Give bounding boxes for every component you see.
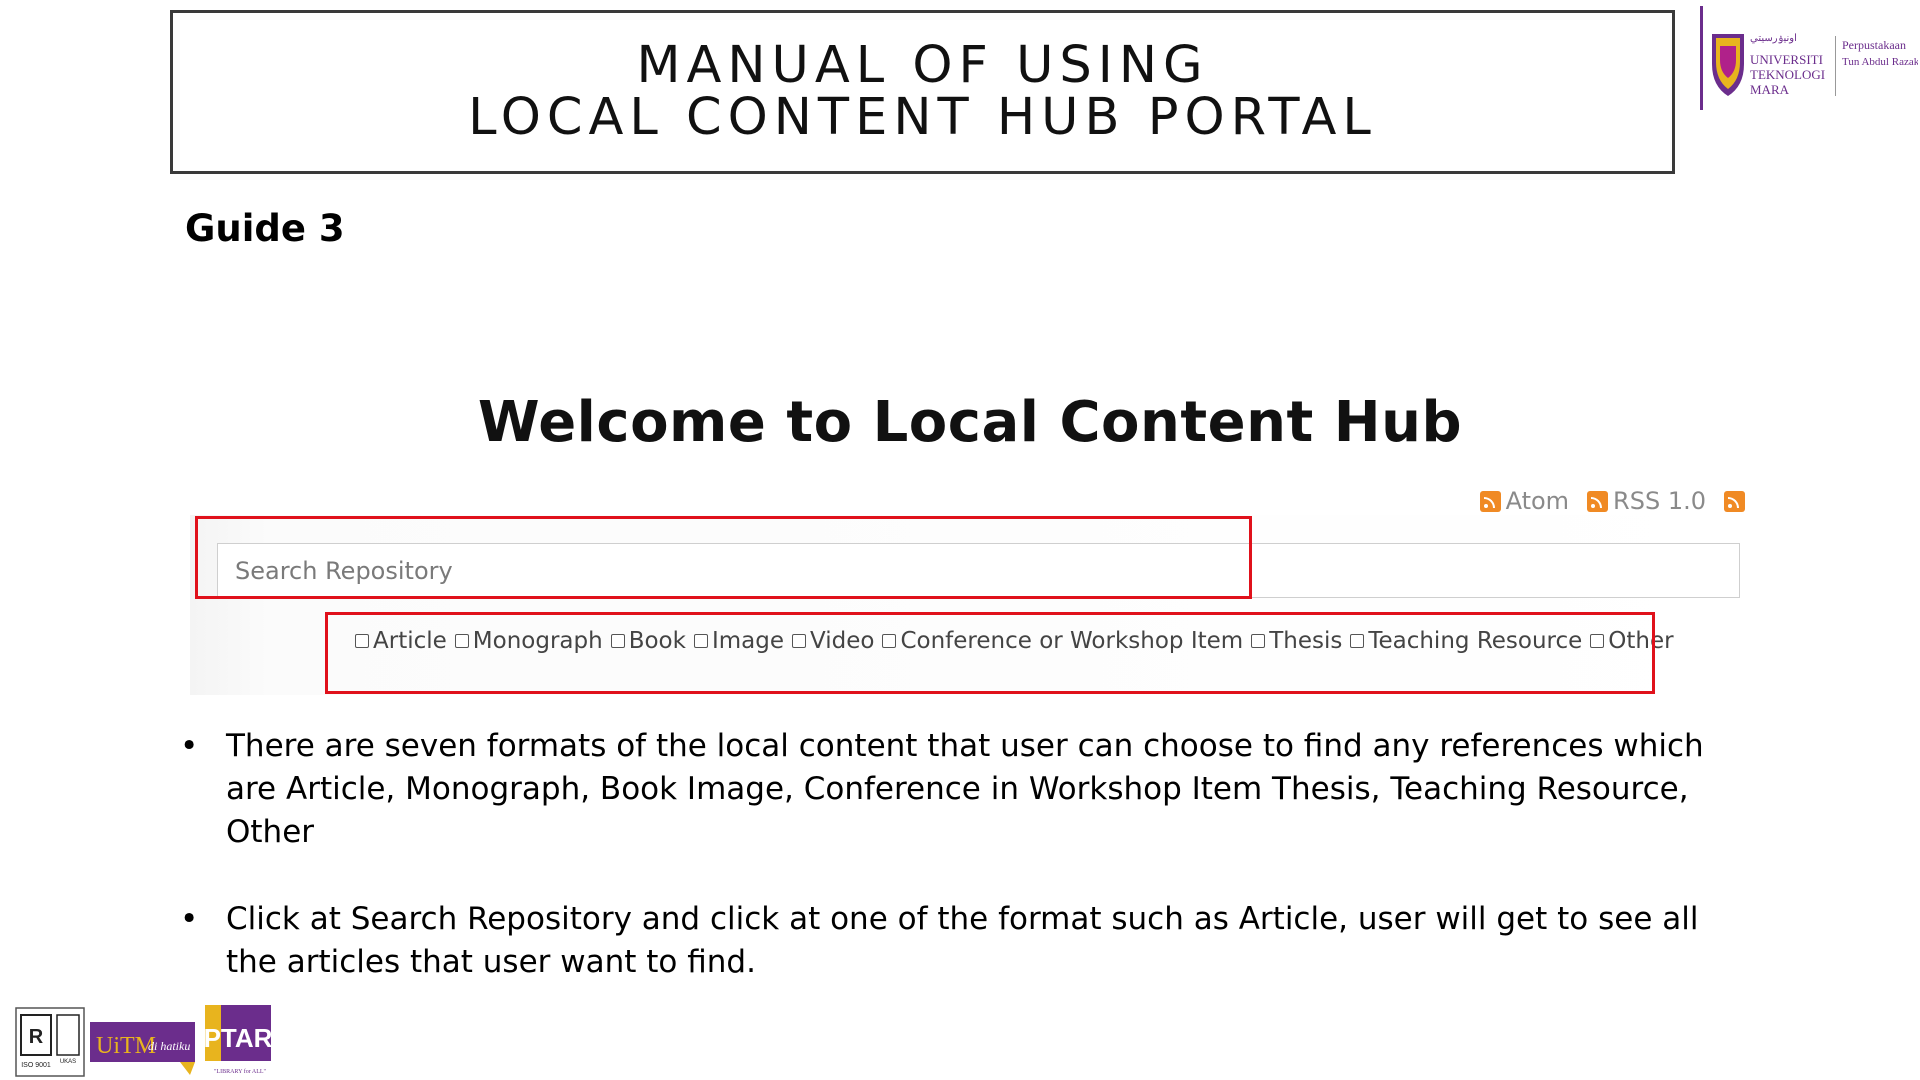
logo-library-line-2: Tun Abdul Razak (1842, 56, 1918, 68)
svg-text:R: R (29, 1026, 44, 1048)
rss1-feed-link[interactable]: RSS 1.0 (1587, 487, 1706, 515)
instruction-item: Click at Search Repository and click at … (180, 898, 1740, 984)
slide-title-box: MANUAL OF USING LOCAL CONTENT HUB PORTAL (170, 10, 1675, 174)
logo-university-line-1: UNIVERSITI (1750, 52, 1823, 67)
uitm-footer-text: UiTM (96, 1033, 156, 1059)
atom-feed-label: Atom (1505, 487, 1570, 515)
atom-feed-icon (1479, 490, 1501, 512)
instruction-list: There are seven formats of the local con… (180, 725, 1740, 1028)
ptar-text: PTAR (205, 1023, 273, 1053)
feed-links: Atom RSS 1.0 (1479, 487, 1745, 515)
guide-label: Guide 3 (185, 207, 345, 250)
rss2-feed-icon (1724, 490, 1745, 512)
ptar-logo: PTAR "LIBRARY for ALL" (205, 1005, 273, 1075)
uitm-tagline: di hatiku (148, 1039, 190, 1053)
footer-logos: R ISO 9001 UKAS UiTM di hatiku PTAR "LIB… (15, 1005, 275, 1077)
search-highlight-box (195, 516, 1252, 599)
rss1-feed-label: RSS 1.0 (1613, 487, 1706, 515)
rss2-feed-link[interactable] (1724, 490, 1745, 512)
logo-university-line-3: MARA (1750, 82, 1790, 97)
format-highlight-box (325, 612, 1655, 694)
svg-text:ﺍﻭﻧﻴۏﺭﺳﻴﺘﻲ: ﺍﻭﻧﻴۏﺭﺳﻴﺘﻲ (1750, 33, 1797, 44)
instruction-item: There are seven formats of the local con… (180, 725, 1740, 854)
uitm-crest-icon (1712, 34, 1744, 96)
slide-title-line-1: MANUAL OF USING (636, 36, 1209, 95)
atom-feed-link[interactable]: Atom (1479, 487, 1570, 515)
logo-university-line-2: TEKNOLOGI (1750, 67, 1825, 82)
ukas-label: UKAS (60, 1059, 76, 1065)
rss1-feed-icon (1587, 490, 1609, 512)
logo-library-line-1: Perpustakaan (1842, 38, 1906, 52)
portal-heading: Welcome to Local Content Hub (477, 390, 1463, 455)
uitm-library-logo: ﺍﻭﻧﻴۏﺭﺳﻴﺘﻲ UNIVERSITI TEKNOLOGI MARA Per… (1700, 6, 1918, 110)
uitm-di-hatiku-logo: UiTM di hatiku (90, 1022, 195, 1075)
iso-label: ISO 9001 (21, 1062, 51, 1069)
ptar-tagline: "LIBRARY for ALL" (214, 1068, 267, 1075)
slide-title-line-2: LOCAL CONTENT HUB PORTAL (468, 88, 1377, 147)
iso-certification-logo: R ISO 9001 UKAS (15, 1007, 85, 1077)
